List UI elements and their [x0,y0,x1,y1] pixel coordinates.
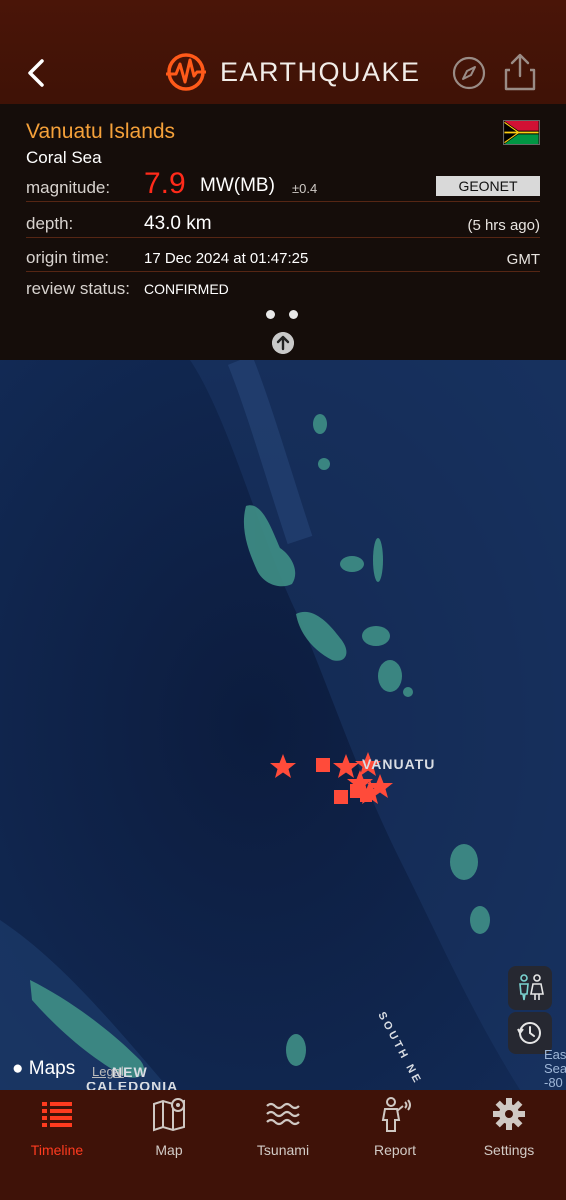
magnitude-row: magnitude: 7.9 MW(MB) ±0.4 GEONET [26,167,540,202]
origin-time-label: origin time: [26,248,110,267]
magnitude-uncertainty: ±0.4 [292,181,318,196]
waves-icon [266,1102,300,1126]
review-status-row: review status: CONFIRMED [26,272,540,302]
quake-square-marker [316,758,330,772]
quake-square-marker [334,790,348,804]
map-label-caledonia: CALEDONIA [86,1082,179,1090]
back-button[interactable] [22,56,52,90]
vanuatu-flag-icon [503,120,540,145]
depth-row: depth: 43.0 km (5 hrs ago) [26,208,540,238]
map-label-east-3: -80 [544,1075,563,1090]
tab-timeline-label: Timeline [30,1142,84,1158]
time-ago: (5 hrs ago) [467,217,540,234]
tab-timeline[interactable]: Timeline [2,1096,112,1160]
magnitude-value: 7.9 [144,167,186,200]
map-pin-icon [153,1098,185,1132]
apple-logo-icon: ● [12,1058,24,1079]
gear-icon [493,1098,525,1130]
event-subregion: Coral Sea [26,148,102,167]
tab-bar: Timeline Map Tsunami Report Settings [0,1090,566,1200]
people-icon [519,974,544,1001]
map-label-east-2: Sea [544,1061,566,1076]
maps-provider-label: Maps [28,1058,76,1079]
tab-settings[interactable]: Settings [454,1096,564,1160]
page-dot [266,310,275,319]
arrow-up-icon[interactable] [272,332,294,354]
source-badge[interactable]: GEONET [436,176,540,196]
app-header: EARTHQUAKE [0,0,566,104]
list-icon [42,1102,72,1127]
map-canvas[interactable] [0,360,566,1090]
tab-report[interactable]: Report [340,1096,450,1160]
magnitude-label: magnitude: [26,178,111,197]
tab-report-label: Report [373,1142,417,1158]
depth-value: 43.0 km [144,213,212,234]
event-info-panel: Vanuatu Islands Coral Sea magnitude: 7.9… [0,104,566,360]
review-status-label: review status: [26,279,130,298]
event-region: Vanuatu Islands [26,120,176,143]
brand: EARTHQUAKE [164,50,421,94]
map-view[interactable]: VANUATU NEW CALEDONIA SOUTH NE Eas Sea -… [0,360,566,1090]
tab-map[interactable]: Map [114,1096,224,1160]
quake-square-marker [360,790,372,802]
map-label-east: Eas Sea -80 [544,1048,566,1090]
review-status-value: CONFIRMED [144,281,229,297]
tab-map-label: Map [155,1142,183,1158]
origin-time-value: 17 Dec 2024 at 01:47:25 [144,250,309,267]
maps-attribution: ● Maps [12,1058,75,1080]
share-icon[interactable] [502,52,538,92]
legal-link[interactable]: Legal [92,1064,124,1079]
compass-icon[interactable] [452,56,486,90]
origin-time-row: origin time: 17 Dec 2024 at 01:47:25 GMT [26,242,540,272]
map-people-control[interactable] [508,966,552,1010]
tab-settings-label: Settings [483,1142,535,1158]
person-report-icon [381,1097,411,1132]
earthquake-logo-icon [166,53,206,91]
tab-tsunami[interactable]: Tsunami [228,1096,338,1160]
page-dot [289,310,298,319]
depth-label: depth: [26,214,74,233]
map-label-vanuatu: VANUATU [362,756,436,772]
page-indicator[interactable] [266,310,298,319]
timezone-label: GMT [506,251,540,268]
tab-tsunami-label: Tsunami [256,1142,310,1158]
app-title: EARTHQUAKE [220,56,421,87]
map-label-east-1: Eas [544,1047,566,1062]
magnitude-unit: MW(MB) [200,175,275,196]
